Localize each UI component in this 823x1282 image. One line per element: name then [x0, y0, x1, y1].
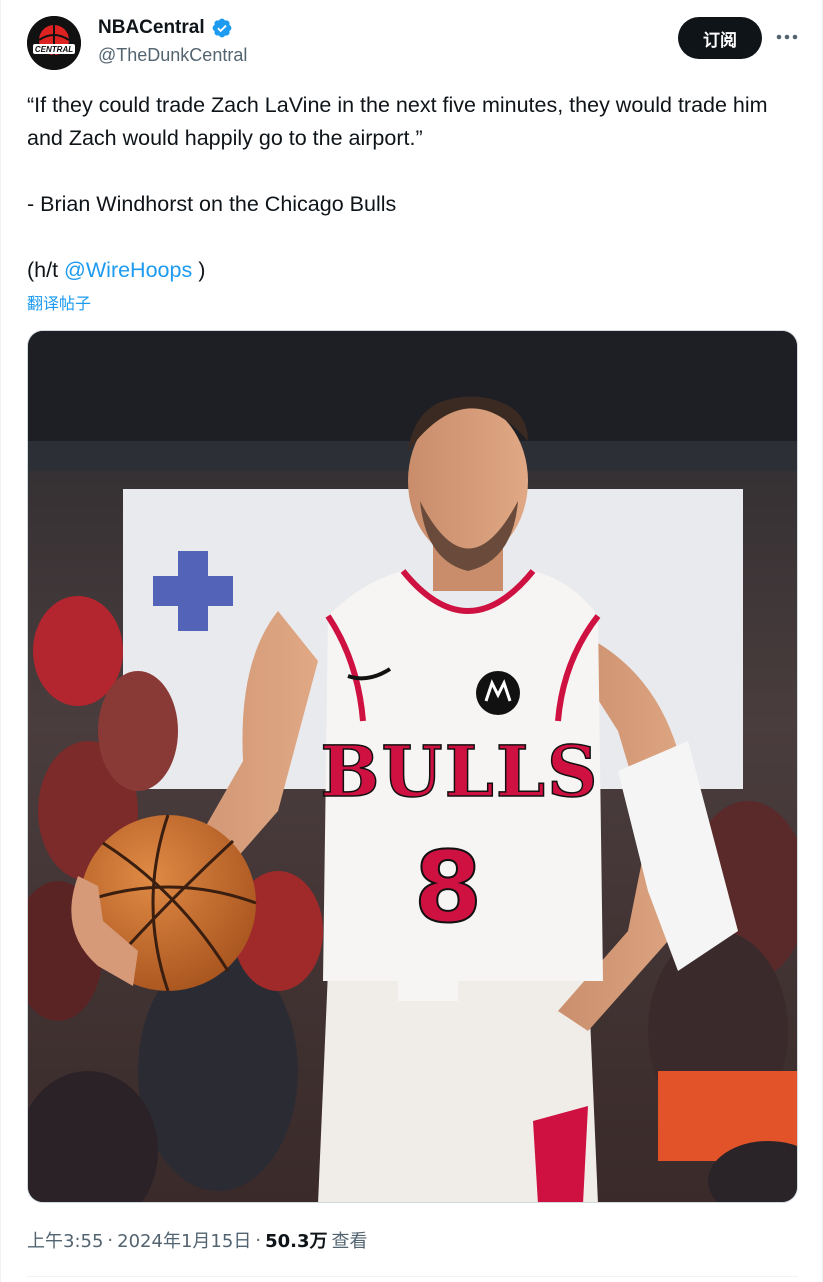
views-count: 50.3万 — [265, 1231, 328, 1252]
meta-separator-2: · — [255, 1229, 262, 1251]
tweet-date[interactable]: 2024年1月15日 — [117, 1227, 251, 1253]
subscribe-button[interactable]: 订阅 — [678, 17, 762, 59]
tweet-meta: 上午3:55 · 2024年1月15日 · 50.3万 查看 — [27, 1227, 367, 1253]
verified-badge-icon — [212, 18, 232, 38]
author-name-row[interactable]: NBACentral — [98, 17, 233, 39]
hat-tip-suffix: ) — [192, 258, 206, 282]
translate-post-link[interactable]: 翻译帖子 — [27, 290, 91, 314]
author-avatar[interactable]: CENTRAL — [27, 16, 81, 70]
tweet-quote: “If they could trade Zach LaVine in the … — [27, 93, 768, 150]
avatar-logo: CENTRAL — [27, 16, 81, 70]
divider — [27, 1276, 798, 1277]
tweet-attribution: - Brian Windhorst on the Chicago Bulls — [27, 192, 397, 216]
tweet-time[interactable]: 上午3:55 — [27, 1227, 103, 1253]
tweet-card: CENTRAL NBACentral @TheDunkCentral 订阅 “I… — [0, 0, 823, 1282]
tweet-photo[interactable]: BULLS 8 — [27, 330, 798, 1203]
jersey-number-text: 8 — [414, 831, 482, 945]
mention-link[interactable]: @WireHoops — [64, 258, 192, 282]
jersey-team-text: BULLS — [320, 730, 599, 813]
tweet-text: “If they could trade Zach LaVine in the … — [27, 89, 787, 287]
player-photo: BULLS 8 — [28, 331, 797, 1202]
author-handle[interactable]: @TheDunkCentral — [98, 45, 247, 66]
author-name[interactable]: NBACentral — [98, 17, 205, 39]
meta-separator: · — [107, 1229, 114, 1251]
more-options-button[interactable] — [773, 26, 801, 48]
more-horizontal-icon — [776, 34, 798, 40]
tweet-hat-tip: (h/t @WireHoops ) — [27, 254, 787, 287]
avatar-text: CENTRAL — [35, 45, 73, 54]
views-label: 查看 — [331, 1231, 368, 1252]
hat-tip-prefix: (h/t — [27, 258, 65, 282]
